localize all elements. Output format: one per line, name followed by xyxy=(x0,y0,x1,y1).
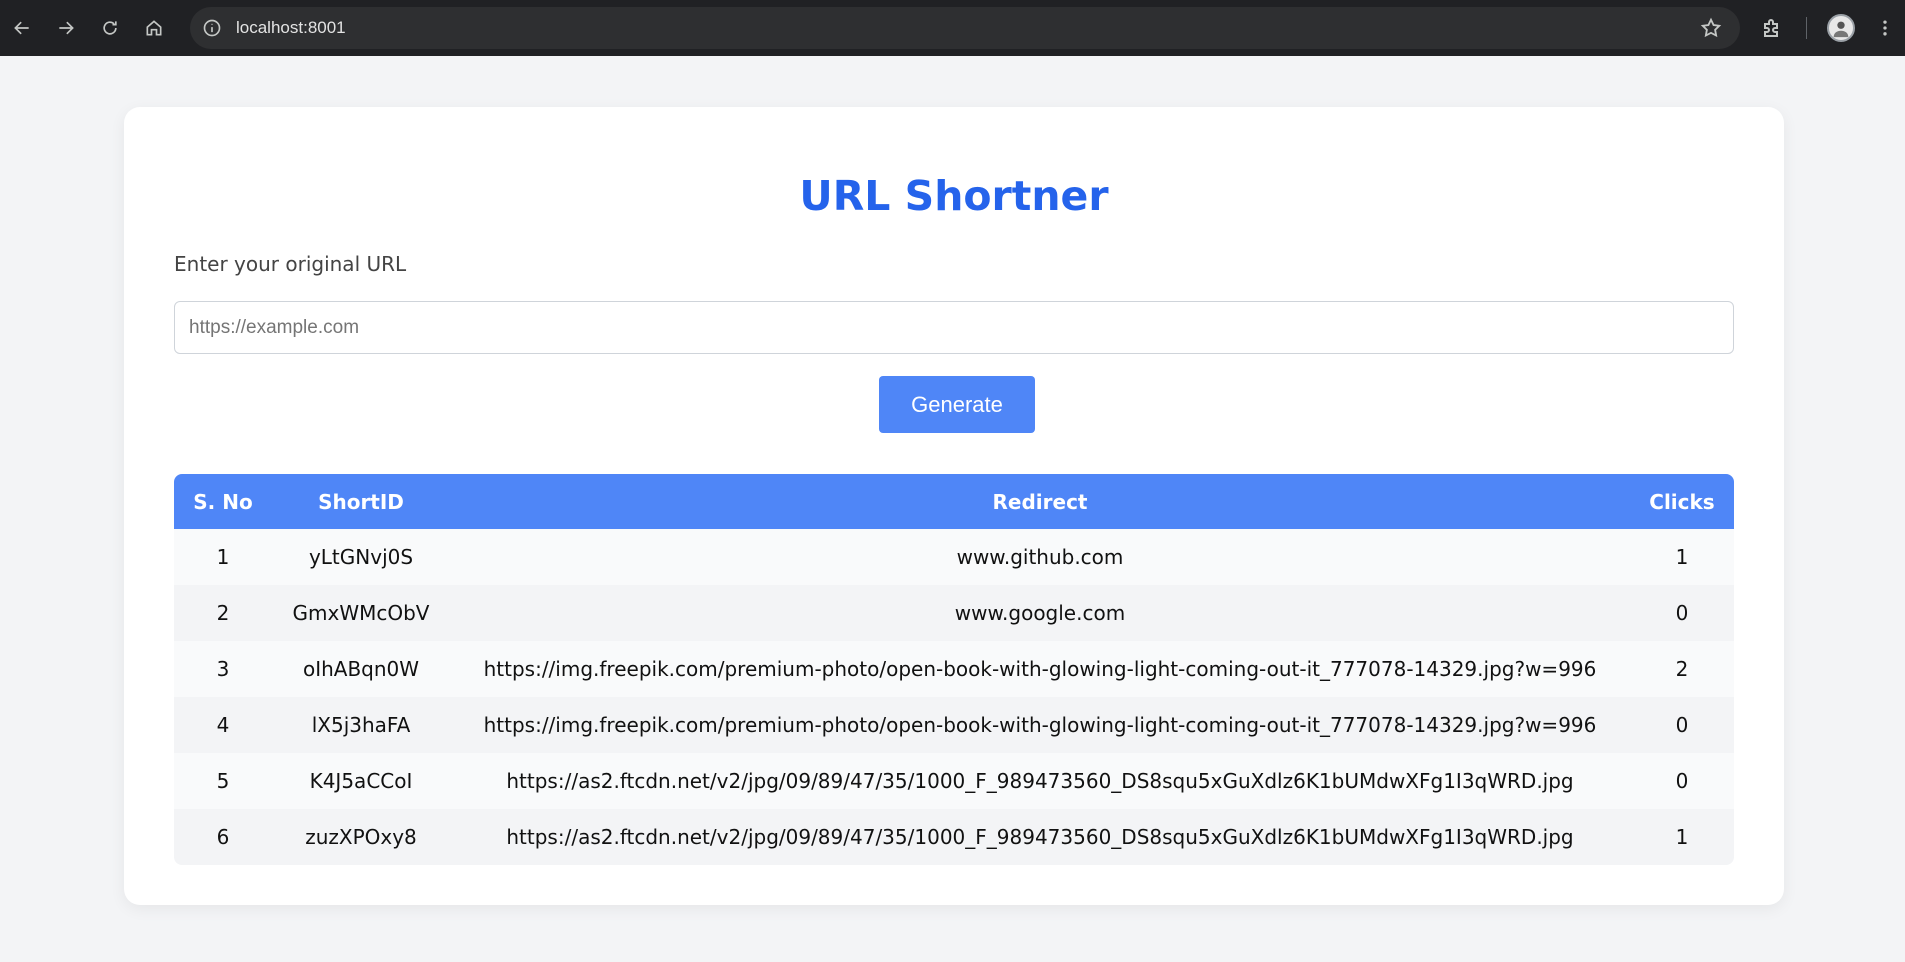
site-info-icon[interactable] xyxy=(202,18,222,38)
table-row: 6 zuzXPOxy8 https://as2.ftcdn.net/v2/jpg… xyxy=(174,809,1734,865)
cell-sno: 5 xyxy=(216,769,230,793)
table-row: 5 K4J5aCCoI https://as2.ftcdn.net/v2/jpg… xyxy=(174,753,1734,809)
cell-redirect: https://img.freepik.com/premium-photo/op… xyxy=(483,713,1597,737)
table-row: 1 yLtGNvj0S www.github.com 1 xyxy=(174,529,1734,585)
table-header-row: S. No ShortID Redirect Clicks xyxy=(174,474,1734,529)
cell-sno: 4 xyxy=(216,713,230,737)
header-sno: S. No xyxy=(193,489,253,514)
cell-clicks: 0 xyxy=(1675,601,1689,625)
cell-redirect: www.google.com xyxy=(954,601,1126,625)
cell-clicks: 0 xyxy=(1675,713,1689,737)
more-menu-icon[interactable] xyxy=(1875,16,1895,40)
table-row: 2 GmxWMcObV www.google.com 0 xyxy=(174,585,1734,641)
forward-arrow-icon[interactable] xyxy=(48,10,84,46)
cell-shortid: oIhABqn0W xyxy=(302,657,420,681)
cell-clicks: 1 xyxy=(1675,825,1689,849)
page-title: URL Shortner xyxy=(799,172,1109,220)
table-row: 3 oIhABqn0W https://img.freepik.com/prem… xyxy=(174,641,1734,697)
header-shortid: ShortID xyxy=(318,489,404,514)
extensions-puzzle-icon[interactable] xyxy=(1760,16,1784,40)
header-clicks: Clicks xyxy=(1649,489,1715,514)
address-bar[interactable]: localhost:8001 xyxy=(190,7,1740,49)
profile-avatar[interactable] xyxy=(1827,14,1855,42)
cell-redirect: https://as2.ftcdn.net/v2/jpg/09/89/47/35… xyxy=(506,769,1574,793)
cell-shortid: yLtGNvj0S xyxy=(308,545,414,569)
cell-sno: 2 xyxy=(216,601,230,625)
cell-redirect: https://as2.ftcdn.net/v2/jpg/09/89/47/35… xyxy=(506,825,1574,849)
cell-shortid: lX5j3haFA xyxy=(311,713,411,737)
cell-clicks: 0 xyxy=(1675,769,1689,793)
url-input[interactable] xyxy=(174,301,1734,354)
cell-shortid: GmxWMcObV xyxy=(292,601,430,625)
back-arrow-icon[interactable] xyxy=(4,10,40,46)
cell-sno: 3 xyxy=(216,657,230,681)
cell-shortid: zuzXPOxy8 xyxy=(305,825,417,849)
generate-button[interactable]: Generate xyxy=(879,376,1035,433)
table-row: 4 lX5j3haFA https://img.freepik.com/prem… xyxy=(174,697,1734,753)
urls-table: S. No ShortID Redirect Clicks 1 yLtGNvj0… xyxy=(174,474,1734,865)
cell-sno: 1 xyxy=(216,545,230,569)
toolbar-separator xyxy=(1806,17,1807,39)
cell-redirect: https://img.freepik.com/premium-photo/op… xyxy=(483,657,1597,681)
cell-clicks: 1 xyxy=(1675,545,1689,569)
browser-toolbar: localhost:8001 xyxy=(0,0,1905,56)
cell-redirect: www.github.com xyxy=(956,545,1124,569)
address-bar-url[interactable]: localhost:8001 xyxy=(236,18,346,38)
cell-clicks: 2 xyxy=(1675,657,1689,681)
bookmark-star-icon[interactable] xyxy=(1700,17,1722,39)
cell-shortid: K4J5aCCoI xyxy=(309,769,413,793)
url-shortener-card: URL Shortner Enter your original URL Gen… xyxy=(124,107,1784,905)
cell-sno: 6 xyxy=(216,825,230,849)
home-icon[interactable] xyxy=(136,10,172,46)
reload-icon[interactable] xyxy=(92,10,128,46)
header-redirect: Redirect xyxy=(992,489,1088,514)
url-input-label: Enter your original URL xyxy=(174,252,407,276)
